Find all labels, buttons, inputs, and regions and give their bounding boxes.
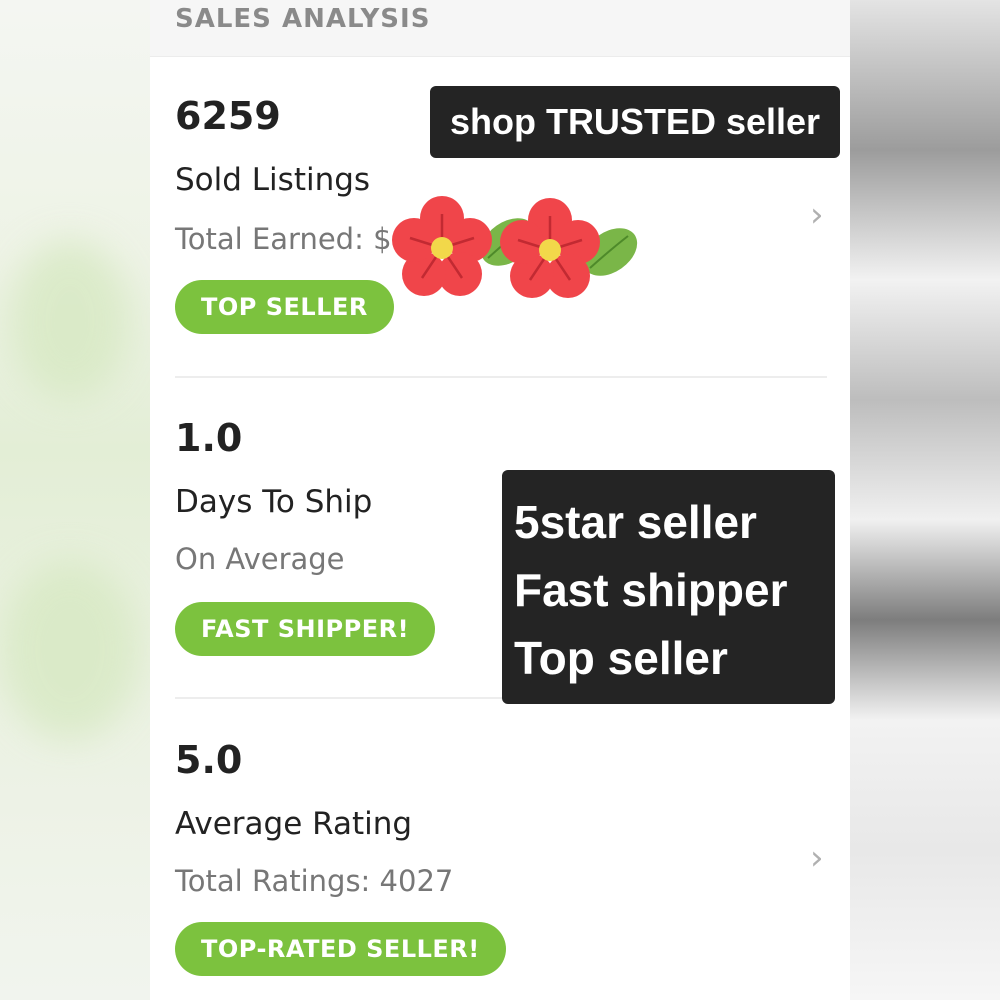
- chevron-right-icon[interactable]: ›: [810, 838, 824, 878]
- stat-label: Days To Ship: [175, 484, 373, 520]
- flower-icon: [392, 196, 492, 296]
- top-rated-seller-badge: TOP-RATED SELLER!: [175, 922, 506, 976]
- stat-subtext: Total Ratings: 4027: [175, 864, 454, 898]
- background-right-blur: [850, 0, 1000, 1000]
- flower-icon: [500, 198, 600, 298]
- stat-value: 1.0: [175, 416, 243, 460]
- stat-subtext: On Average: [175, 542, 345, 576]
- flower-sticker-icon: [392, 196, 638, 298]
- divider: [175, 376, 827, 378]
- top-seller-badge: TOP SELLER: [175, 280, 394, 334]
- caption-line: Top seller: [514, 632, 728, 684]
- stat-value: 5.0: [175, 738, 243, 782]
- chevron-right-icon[interactable]: ›: [810, 195, 824, 235]
- stat-value: 6259: [175, 94, 281, 138]
- caption-line: 5star seller: [514, 496, 757, 548]
- caption-overlay-mid: 5star seller Fast shipper Top seller: [502, 470, 835, 704]
- fast-shipper-badge: FAST SHIPPER!: [175, 602, 436, 656]
- stat-subtext: Total Earned: $: [175, 222, 392, 256]
- section-header: SALES ANALYSIS: [150, 0, 850, 57]
- background-left-blur: [0, 0, 150, 1000]
- caption-line: Fast shipper: [514, 564, 788, 616]
- stat-label: Average Rating: [175, 806, 413, 842]
- stat-label: Sold Listings: [175, 162, 371, 198]
- stat-average-rating[interactable]: 5.0 Average Rating Total Ratings: 4027 T…: [175, 734, 827, 994]
- section-title: SALES ANALYSIS: [175, 4, 431, 34]
- caption-overlay-top: shop TRUSTED seller: [430, 86, 840, 158]
